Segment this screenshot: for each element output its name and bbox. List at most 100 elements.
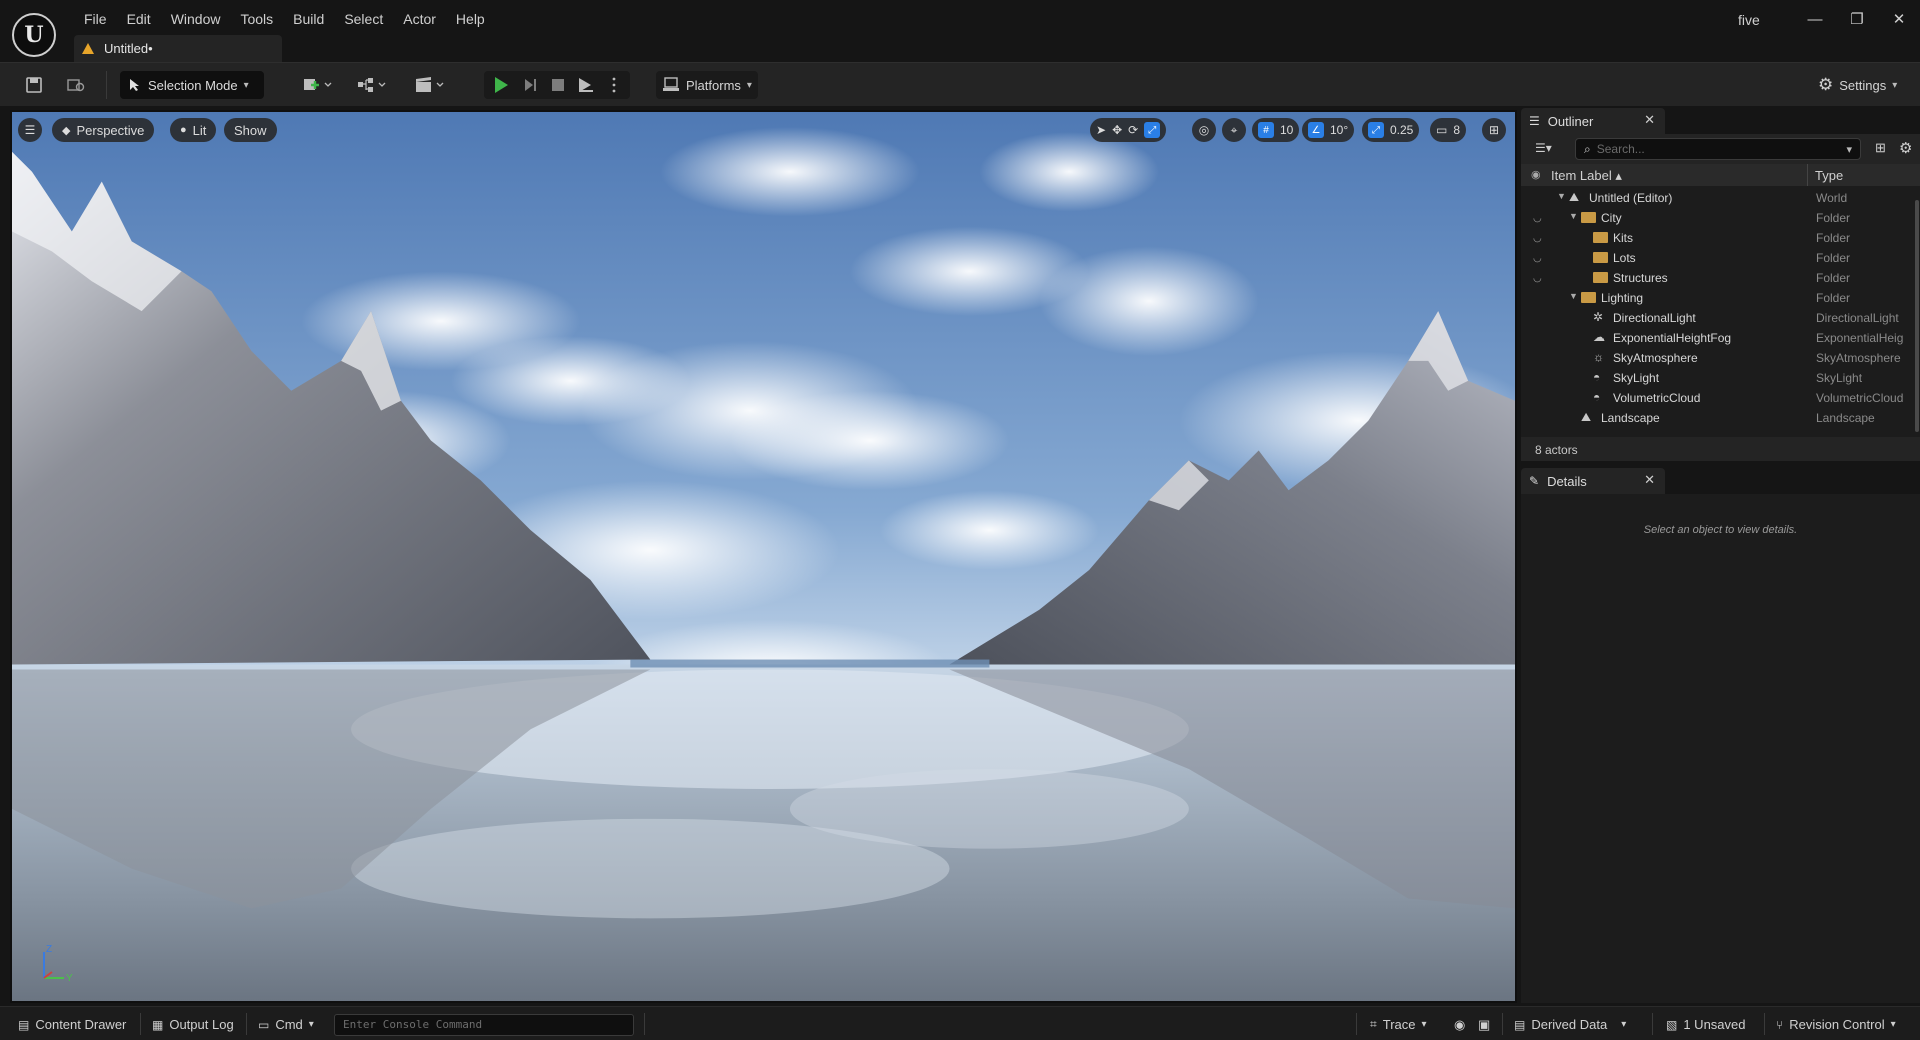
column-type[interactable]: Type	[1815, 168, 1843, 183]
cloud-icon: ◓	[1593, 390, 1601, 404]
level-tab[interactable]: Untitled•	[74, 35, 282, 62]
lit-button[interactable]: ● Lit	[170, 118, 217, 142]
platforms-dropdown[interactable]: Platforms ▾	[656, 71, 758, 99]
menu-help[interactable]: Help	[446, 9, 495, 31]
eye-icon[interactable]: ◡	[1533, 253, 1542, 264]
menu-edit[interactable]: Edit	[117, 9, 161, 31]
tree-row-height-fog[interactable]: ☁ ExponentialHeightFog ExponentialHeig	[1521, 328, 1920, 348]
window-controls: — ❐ ✕	[1794, 6, 1920, 32]
output-log-button[interactable]: ▦ Output Log	[152, 1017, 234, 1032]
column-item-label[interactable]: Item Label ▴	[1551, 168, 1622, 184]
tree-row-directional-light[interactable]: ✲ DirectionalLight DirectionalLight	[1521, 308, 1920, 328]
close-window-button[interactable]: ✕	[1878, 6, 1920, 32]
tree-row-sky-light[interactable]: ◓ SkyLight SkyLight	[1521, 368, 1920, 388]
outliner-tab[interactable]: ☰ Outliner ✕	[1521, 108, 1665, 134]
tree-row-sky-atmosphere[interactable]: ☼ SkyAtmosphere SkyAtmosphere	[1521, 348, 1920, 368]
scale-tool-icon[interactable]: ⤢	[1144, 122, 1161, 138]
settings-dropdown[interactable]: ⚙ Settings ▾	[1818, 75, 1897, 95]
menu-file[interactable]: File	[74, 9, 117, 31]
record-icon[interactable]: ◉	[1454, 1017, 1465, 1033]
show-button[interactable]: Show	[224, 118, 277, 142]
screenshot-icon[interactable]: ▣	[1478, 1017, 1490, 1033]
more-options-icon[interactable]	[604, 75, 624, 95]
column-divider	[1807, 164, 1808, 186]
rotation-snap-toggle[interactable]: ∠ 10°	[1302, 118, 1355, 142]
tree-row-lighting[interactable]: ▼ Lighting Folder	[1521, 288, 1920, 308]
cmd-dropdown[interactable]: ▭ Cmd ▾	[258, 1017, 314, 1032]
trace-dropdown[interactable]: ⌗ Trace ▾	[1370, 1017, 1427, 1032]
add-actor-icon[interactable]	[300, 75, 336, 95]
caret-down-icon[interactable]: ▼	[1569, 291, 1578, 301]
content-drawer-button[interactable]: ▤ Content Drawer	[18, 1017, 126, 1032]
close-icon[interactable]: ✕	[1644, 112, 1655, 128]
level-viewport[interactable]: ☰ ◆ Perspective ● Lit Show ➤ ✥ ⟳ ⤢ ◎ ⌖ #…	[10, 110, 1517, 1003]
eye-icon[interactable]: ◡	[1533, 233, 1542, 244]
skip-frame-icon[interactable]	[520, 75, 540, 95]
derived-data-label: Derived Data	[1531, 1017, 1608, 1032]
select-tool-icon[interactable]: ➤	[1096, 123, 1106, 137]
stop-icon[interactable]	[548, 75, 568, 95]
caret-down-icon[interactable]: ▼	[1569, 211, 1578, 221]
blueprint-icon[interactable]	[354, 75, 390, 95]
tree-row-kits[interactable]: ◡ Kits Folder	[1521, 228, 1920, 248]
tree-row-structures[interactable]: ◡ Structures Folder	[1521, 268, 1920, 288]
eject-icon[interactable]	[576, 75, 596, 95]
source-control-icon[interactable]	[66, 75, 86, 95]
details-tab-strip: ✎ Details ✕	[1521, 468, 1920, 494]
save-icon[interactable]	[24, 75, 44, 95]
grid-snap-toggle[interactable]: # 10	[1252, 118, 1300, 142]
row-label: DirectionalLight	[1613, 311, 1696, 325]
tree-row-volumetric-cloud[interactable]: ◓ VolumetricCloud VolumetricCloud	[1521, 388, 1920, 408]
status-separator	[644, 1013, 645, 1035]
console-command-input[interactable]: Enter Console Command	[334, 1014, 634, 1036]
derived-data-dropdown[interactable]: ▤ Derived Data ▾	[1514, 1017, 1626, 1032]
menu-select[interactable]: Select	[334, 9, 393, 31]
outliner-search-input[interactable]: ⌕ Search... ▾	[1575, 138, 1861, 160]
translate-tool-icon[interactable]: ✥	[1112, 123, 1122, 137]
filter-icon[interactable]: ☰▾	[1535, 141, 1552, 155]
add-folder-icon[interactable]: ⊞	[1875, 140, 1886, 156]
viewport-menu-button[interactable]: ☰	[18, 118, 42, 142]
tree-row-lots[interactable]: ◡ Lots Folder	[1521, 248, 1920, 268]
outliner-icon: ☰	[1529, 114, 1540, 128]
rotate-tool-icon[interactable]: ⟳	[1128, 123, 1138, 137]
selection-mode-dropdown[interactable]: Selection Mode ▾	[120, 71, 264, 99]
revision-control-dropdown[interactable]: ⑂ Revision Control ▾	[1776, 1017, 1896, 1032]
tree-row-world[interactable]: ▼ ⛰ Untitled (Editor) World	[1521, 188, 1920, 208]
visibility-icon[interactable]: ◉	[1531, 168, 1541, 181]
cinematics-icon[interactable]	[412, 75, 448, 95]
search-icon: ⌕	[1584, 141, 1591, 156]
perspective-button[interactable]: ◆ Perspective	[52, 118, 155, 142]
tree-row-city[interactable]: ◡ ▼ City Folder	[1521, 208, 1920, 228]
caret-down-icon[interactable]: ▼	[1557, 191, 1566, 201]
camera-speed-button[interactable]: ▭ 8	[1430, 118, 1467, 142]
tree-row-landscape[interactable]: ⛰ Landscape Landscape	[1521, 408, 1920, 428]
menu-tools[interactable]: Tools	[230, 9, 283, 31]
unsaved-button[interactable]: ▧ 1 Unsaved	[1666, 1017, 1746, 1032]
eye-icon[interactable]: ◡	[1533, 213, 1542, 224]
cube-icon: ◆	[62, 124, 71, 137]
play-icon[interactable]	[495, 77, 508, 93]
details-title: Details	[1547, 473, 1587, 489]
menu-build[interactable]: Build	[283, 9, 334, 31]
viewport-scene[interactable]	[12, 112, 1515, 1001]
row-label: VolumetricCloud	[1613, 391, 1701, 405]
details-tab[interactable]: ✎ Details ✕	[1521, 468, 1665, 494]
menu-window[interactable]: Window	[161, 9, 231, 31]
world-space-icon[interactable]: ◎	[1192, 118, 1216, 142]
layout-icon[interactable]: ⊞	[1482, 118, 1506, 142]
gear-icon[interactable]: ⚙	[1899, 139, 1912, 157]
minimize-button[interactable]: —	[1794, 6, 1836, 32]
close-icon[interactable]: ✕	[1644, 472, 1655, 488]
outliner-scrollbar[interactable]	[1915, 200, 1919, 432]
row-type: SkyAtmosphere	[1816, 351, 1901, 365]
scale-snap-toggle[interactable]: ⤢ 0.25	[1362, 118, 1420, 142]
surface-snap-icon[interactable]: ⌖	[1222, 118, 1246, 142]
chevron-down-icon[interactable]: ▾	[1846, 143, 1852, 156]
outliner-tree: ▼ ⛰ Untitled (Editor) World ◡ ▼ City Fol…	[1521, 186, 1920, 437]
rotation-snap-value: 10°	[1330, 123, 1349, 137]
unreal-logo-icon[interactable]: U	[12, 13, 56, 57]
restore-button[interactable]: ❐	[1836, 6, 1878, 32]
eye-icon[interactable]: ◡	[1533, 273, 1542, 284]
menu-actor[interactable]: Actor	[393, 9, 446, 31]
